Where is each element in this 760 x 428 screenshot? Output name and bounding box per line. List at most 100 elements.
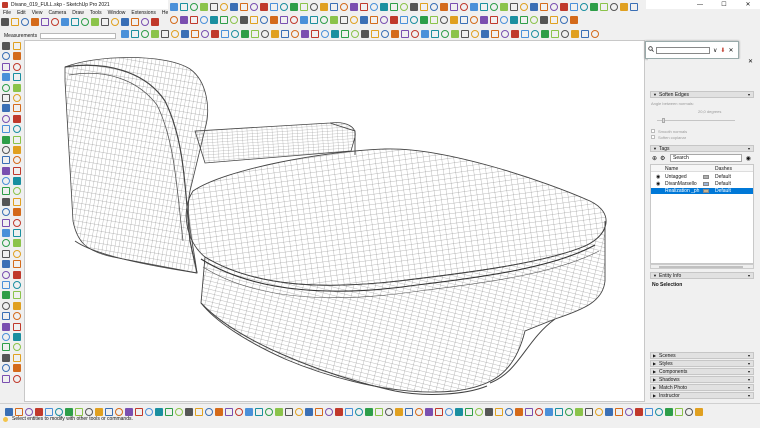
toolbar-tool-icon[interactable] [165,407,173,416]
menu-view[interactable]: View [29,10,46,16]
toolbar-tool-icon[interactable] [545,407,553,416]
toolbar-tool-icon[interactable] [175,407,183,416]
toolbar-tool-icon[interactable] [430,2,438,11]
toolbar-tool-icon[interactable] [470,2,478,11]
toolbar-tool-icon[interactable] [235,407,243,416]
toolbar-tool-icon[interactable] [171,29,179,38]
toolbar-tool-icon[interactable] [390,2,398,11]
toolbar-tool-icon[interactable] [565,407,573,416]
toolbar-tool-icon[interactable] [340,16,348,25]
toolbar-tool-icon[interactable] [280,16,288,25]
toolbar-tool-icon[interactable] [13,52,21,61]
toolbar-tool-icon[interactable] [380,2,388,11]
toolbar-tool-icon[interactable] [410,16,418,25]
toolbar-tool-icon[interactable] [315,407,323,416]
toolbar-tool-icon[interactable] [5,407,13,416]
toolbar-tool-icon[interactable] [520,16,528,25]
tags-scrollbar[interactable] [650,264,754,269]
toolbar-tool-icon[interactable] [625,407,633,416]
toolbar-tool-icon[interactable] [2,177,10,186]
toolbar-tool-icon[interactable] [360,2,368,11]
toolbar-tool-icon[interactable] [13,83,21,92]
toolbar-tool-icon[interactable] [13,114,21,123]
menu-window[interactable]: Window [105,10,129,16]
toolbar-tool-icon[interactable] [500,2,508,11]
toolbar-tool-icon[interactable] [191,29,199,38]
toolbar-tool-icon[interactable] [605,407,613,416]
toolbar-tool-icon[interactable] [250,16,258,25]
toolbar-tool-icon[interactable] [521,29,529,38]
toolbar-tool-icon[interactable] [210,2,218,11]
toolbar-tool-icon[interactable] [420,2,428,11]
toolbar-tool-icon[interactable] [371,29,379,38]
toolbar-tool-icon[interactable] [540,16,548,25]
instructor-header[interactable]: ▶ Instructor ▾ [650,392,754,399]
toolbar-tool-icon[interactable] [105,407,113,416]
toolbar-tool-icon[interactable] [270,2,278,11]
toolbar-tool-icon[interactable] [630,2,638,11]
tag-row-divanmarsello[interactable]: ◉ DivanMarsello Default [651,181,753,187]
toolbar-tool-icon[interactable] [480,16,488,25]
visibility-eye-icon[interactable]: ◉ [656,181,660,187]
toolbar-tool-icon[interactable] [13,166,21,175]
toolbar-tool-icon[interactable] [400,2,408,11]
soften-coplanar-checkbox[interactable] [651,135,655,139]
toolbar-tool-icon[interactable] [560,16,568,25]
toolbar-tool-icon[interactable] [581,29,589,38]
tag-row-untagged[interactable]: ◉ Untagged Default [651,174,753,180]
model-viewport[interactable] [24,40,645,402]
toolbar-tool-icon[interactable] [125,407,133,416]
toolbar-tool-icon[interactable] [260,2,268,11]
shadows-header[interactable]: ▶ Shadows ▾ [650,376,754,383]
toolbar-tool-icon[interactable] [205,407,213,416]
toolbar-tool-icon[interactable] [260,16,268,25]
toolbar-tool-icon[interactable] [635,407,643,416]
toolbar-tool-icon[interactable] [530,2,538,11]
tags-header[interactable]: ▼ Tags ▾ [650,145,754,152]
toolbar-tool-icon[interactable] [411,29,419,38]
menu-draw[interactable]: Draw [69,10,87,16]
toolbar-tool-icon[interactable] [370,2,378,11]
toolbar-tool-icon[interactable] [2,322,10,331]
toolbar-tool-icon[interactable] [560,2,568,11]
tag-color-swatch[interactable] [703,175,709,179]
toolbar-tool-icon[interactable] [2,301,10,310]
toolbar-tool-icon[interactable] [441,29,449,38]
angle-slider[interactable] [657,120,735,121]
toolbar-tool-icon[interactable] [2,73,10,82]
toolbar-tool-icon[interactable] [360,16,368,25]
toolbar-tool-icon[interactable] [220,2,228,11]
toolbar-tool-icon[interactable] [13,145,21,154]
toolbar-tool-icon[interactable] [325,407,333,416]
column-dashes[interactable]: Dashes [715,166,732,172]
toolbar-tool-icon[interactable] [475,407,483,416]
toolbar-tool-icon[interactable] [511,29,519,38]
toolbar-tool-icon[interactable] [425,407,433,416]
toolbar-tool-icon[interactable] [345,407,353,416]
toolbar-tool-icon[interactable] [401,29,409,38]
toolbar-tool-icon[interactable] [450,2,458,11]
toolbar-tool-icon[interactable] [13,125,21,134]
toolbar-tool-icon[interactable] [161,29,169,38]
toolbar-tool-icon[interactable] [13,197,21,206]
toolbar-tool-icon[interactable] [13,301,21,310]
toolbar-tool-icon[interactable] [531,29,539,38]
toolbar-tool-icon[interactable] [330,16,338,25]
toolbar-tool-icon[interactable] [340,2,348,11]
toolbar-tool-icon[interactable] [281,29,289,38]
toolbar-tool-icon[interactable] [385,407,393,416]
toolbar-tool-icon[interactable] [365,407,373,416]
toolbar-tool-icon[interactable] [2,364,10,373]
toolbar-tool-icon[interactable] [180,2,188,11]
toolbar-tool-icon[interactable] [355,407,363,416]
toolbar-tool-icon[interactable] [13,104,21,113]
toolbar-tool-icon[interactable] [13,312,21,321]
smooth-normals-checkbox[interactable] [651,129,655,133]
toolbar-tool-icon[interactable] [471,29,479,38]
toolbar-tool-icon[interactable] [13,291,21,300]
toolbar-tool-icon[interactable] [591,29,599,38]
toolbar-tool-icon[interactable] [13,332,21,341]
toolbar-tool-icon[interactable] [430,16,438,25]
toolbar-tool-icon[interactable] [481,29,489,38]
toolbar-tool-icon[interactable] [600,2,608,11]
